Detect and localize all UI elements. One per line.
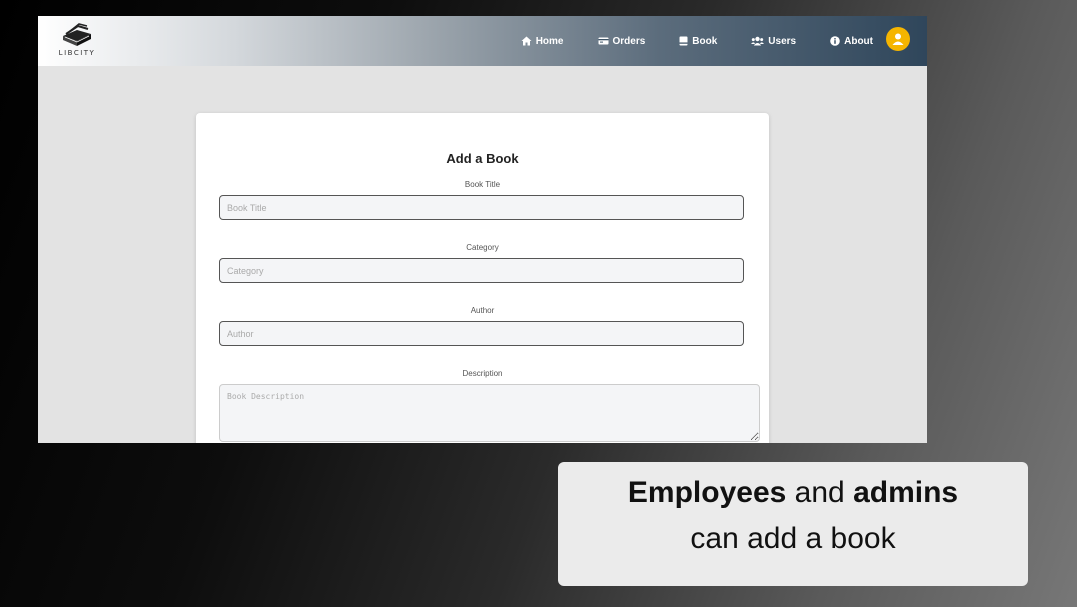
user-icon: [892, 33, 904, 45]
book-title-label: Book Title: [464, 180, 501, 189]
users-icon: [751, 36, 765, 46]
caption-employees: Employees: [627, 476, 787, 509]
home-icon: [521, 36, 532, 46]
nav-book[interactable]: Book: [679, 36, 717, 47]
nav-about-label: About: [844, 35, 873, 47]
nav-about[interactable]: About: [830, 36, 873, 47]
app-screenshot: LIBCITY Home Orders Book Users About Add…: [38, 16, 927, 443]
card-icon: [598, 37, 608, 45]
nav-orders-label: Orders: [612, 35, 646, 47]
author-input[interactable]: [219, 321, 744, 346]
description-label: Description: [462, 369, 503, 378]
logo[interactable]: LIBCITY: [56, 22, 98, 62]
nav-links: Home Orders Book Users About: [487, 16, 873, 66]
navbar: LIBCITY Home Orders Book Users About: [38, 16, 927, 66]
caption-box: Employees and admins can add a book: [558, 462, 1028, 586]
logo-text: LIBCITY: [58, 49, 96, 57]
category-label: Category: [466, 243, 499, 252]
caption-and: and: [786, 476, 854, 509]
caption-line-1: Employees and admins: [558, 476, 1028, 510]
nav-orders[interactable]: Orders: [598, 35, 646, 47]
form-title: Add a Book: [446, 151, 519, 166]
description-textarea[interactable]: [219, 384, 760, 442]
nav-users[interactable]: Users: [751, 36, 796, 47]
nav-home-label: Home: [535, 35, 564, 47]
author-label: Author: [470, 306, 495, 315]
nav-book-label: Book: [692, 35, 718, 47]
nav-users-label: Users: [768, 35, 797, 47]
add-book-card: Add a Book Book Title Category Author De…: [196, 113, 769, 443]
caption-admins: admins: [853, 476, 959, 509]
category-input[interactable]: [219, 258, 744, 283]
info-icon: [830, 36, 840, 46]
avatar[interactable]: [886, 27, 910, 51]
book-icon: [679, 36, 688, 46]
nav-home[interactable]: Home: [521, 36, 564, 47]
caption-line-2: can add a book: [690, 522, 896, 555]
book-logo-icon: [63, 23, 91, 46]
book-title-input[interactable]: [219, 195, 744, 220]
